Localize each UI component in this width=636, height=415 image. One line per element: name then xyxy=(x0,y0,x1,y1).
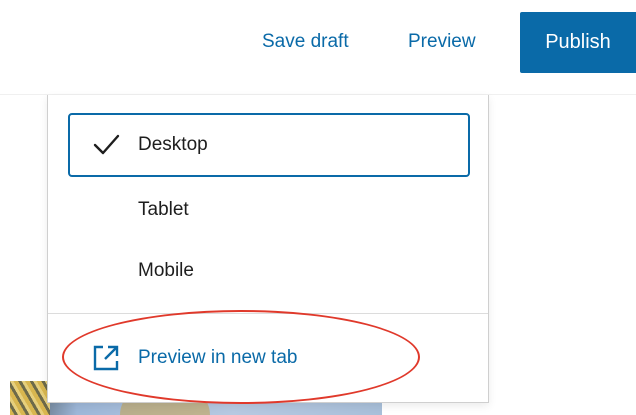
check-icon xyxy=(88,127,124,163)
menu-item-desktop[interactable]: Desktop xyxy=(68,113,470,177)
new-tab-label: Preview in new tab xyxy=(138,347,298,368)
editor-header-area: Save draft Preview Publish Desktop Table… xyxy=(0,0,636,415)
publish-button[interactable]: Publish xyxy=(520,12,636,73)
menu-item-label: Mobile xyxy=(138,260,194,281)
menu-item-mobile[interactable]: Mobile xyxy=(68,239,470,303)
external-link-icon xyxy=(86,338,126,378)
menu-separator xyxy=(48,313,488,314)
preview-in-new-tab-link[interactable]: Preview in new tab xyxy=(68,331,470,385)
menu-item-label: Desktop xyxy=(138,134,208,155)
menu-item-label: Tablet xyxy=(138,199,189,220)
preview-button[interactable]: Preview xyxy=(408,12,476,72)
menu-item-tablet[interactable]: Tablet xyxy=(68,178,470,242)
save-draft-button[interactable]: Save draft xyxy=(262,12,349,72)
preview-dropdown-menu: Desktop Tablet Mobile Preview in new tab xyxy=(47,95,489,403)
